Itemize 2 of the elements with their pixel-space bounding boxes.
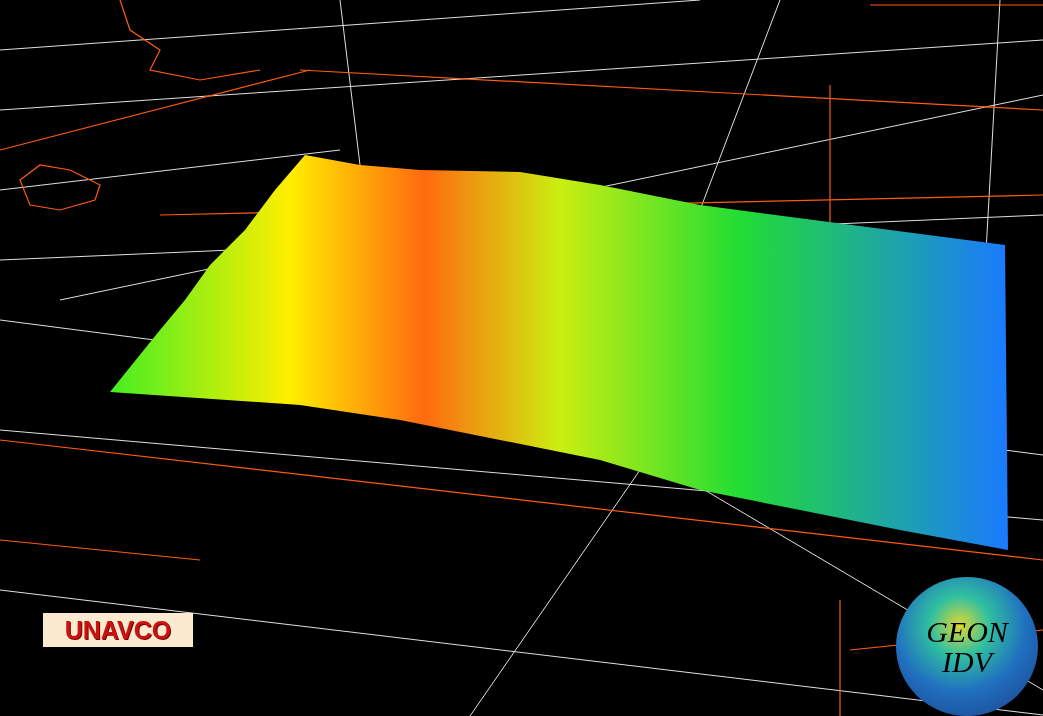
logo-text: GEON — [926, 616, 1008, 647]
unavco-logo: UNAVCO — [43, 613, 193, 647]
